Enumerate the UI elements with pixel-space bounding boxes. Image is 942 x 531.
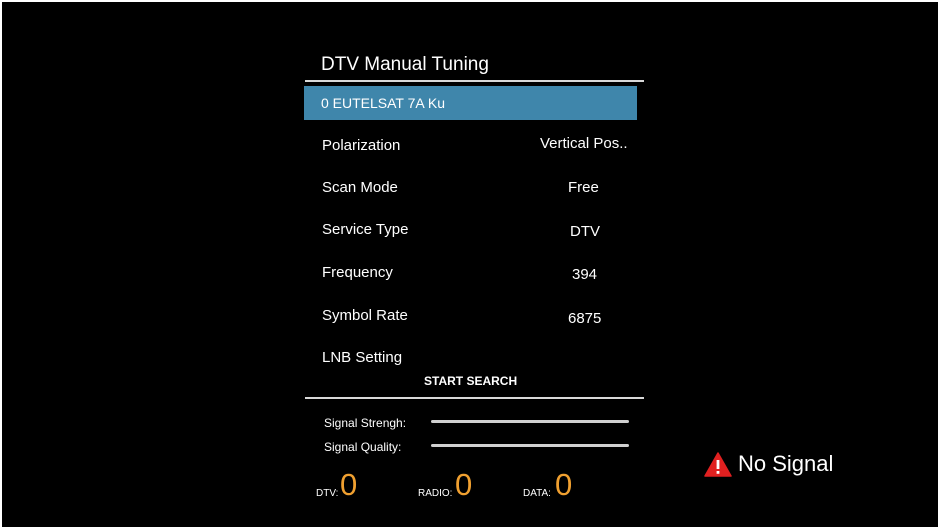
frequency-value[interactable]: 394 (572, 266, 597, 283)
symbol-rate-value[interactable]: 6875 (568, 310, 601, 327)
radio-count-value: 0 (455, 467, 473, 502)
satellite-selector[interactable]: 0 EUTELSAT 7A Ku (304, 86, 637, 120)
scan-mode-value[interactable]: Free (568, 179, 599, 196)
tv-screen: DTV Manual Tuning 0 EUTELSAT 7A Ku Polar… (2, 2, 938, 527)
symbol-rate-label[interactable]: Symbol Rate (322, 307, 408, 324)
signal-quality-bar (431, 444, 629, 447)
no-signal-text: No Signal (738, 451, 834, 476)
lnb-setting-label[interactable]: LNB Setting (322, 349, 402, 366)
frequency-label[interactable]: Frequency (322, 264, 393, 281)
search-divider (305, 397, 644, 399)
radio-count-label: RADIO: (418, 488, 453, 499)
polarization-value[interactable]: Vertical Pos.. (540, 135, 628, 152)
start-search-button[interactable]: START SEARCH (424, 374, 517, 388)
warning-icon (704, 452, 732, 477)
data-count-label: DATA: (523, 488, 551, 499)
service-type-label[interactable]: Service Type (322, 221, 408, 238)
page-title: DTV Manual Tuning (321, 54, 489, 75)
polarization-label[interactable]: Polarization (322, 137, 400, 154)
signal-strength-bar (431, 420, 629, 423)
signal-quality-label: Signal Quality: (324, 440, 402, 454)
service-type-value[interactable]: DTV (570, 223, 600, 240)
dtv-count-label: DTV: (316, 488, 339, 499)
signal-strength-label: Signal Strengh: (324, 416, 407, 430)
title-divider (305, 80, 644, 82)
satellite-label: 0 EUTELSAT 7A Ku (321, 95, 445, 111)
scan-mode-label[interactable]: Scan Mode (322, 179, 398, 196)
data-count-value: 0 (555, 467, 573, 502)
dtv-count-value: 0 (340, 467, 358, 502)
